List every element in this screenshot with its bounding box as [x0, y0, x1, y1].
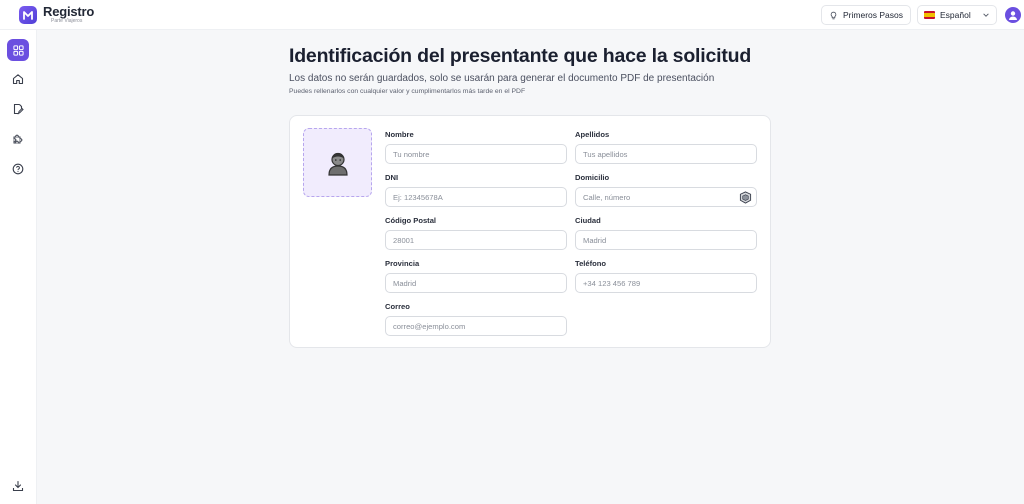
apellidos-label: Apellidos — [575, 130, 610, 139]
nombre-field: Nombre Tu nombre — [385, 130, 567, 164]
provincia-field: Provincia Madrid — [385, 259, 567, 293]
nombre-input[interactable]: Tu nombre — [385, 144, 567, 164]
provincia-input[interactable]: Madrid — [385, 273, 567, 293]
primeros-pasos-label: Primeros Pasos — [843, 10, 903, 20]
dni-input[interactable]: Ej: 12345678A — [385, 187, 567, 207]
user-avatar[interactable] — [1005, 7, 1021, 23]
top-bar: Registro Parte Viajeros Primeros Pasos E… — [0, 0, 1024, 30]
sidebar-item-home[interactable] — [7, 68, 29, 90]
domicilio-label: Domicilio — [575, 173, 610, 182]
sidebar — [0, 30, 37, 504]
language-select[interactable]: Español — [917, 5, 997, 25]
apellidos-input[interactable]: Tus apellidos — [575, 144, 757, 164]
codigo-postal-input[interactable]: 28001 — [385, 230, 567, 250]
help-circle-icon — [12, 163, 24, 175]
page-subtitle: Los datos no serán guardados, solo se us… — [289, 73, 715, 84]
lightbulb-icon — [830, 11, 837, 19]
app-subtitle: Parte Viajeros — [51, 18, 83, 24]
form-card: Nombre Tu nombre DNI Ej: 12345678A Códig… — [289, 115, 771, 348]
grid-icon — [12, 44, 24, 56]
main-content: Identificación del presentante que hace … — [37, 30, 1024, 504]
correo-label: Correo — [385, 302, 410, 311]
user-icon — [1009, 11, 1017, 20]
nombre-label: Nombre — [385, 130, 414, 139]
codigo-postal-label: Código Postal — [385, 216, 437, 225]
puzzle-icon — [13, 134, 23, 144]
sidebar-item-help[interactable] — [7, 158, 29, 180]
shield-icon[interactable] — [739, 191, 752, 204]
telefono-label: Teléfono — [575, 259, 607, 268]
document-edit-icon — [13, 103, 24, 115]
app-logo-icon — [19, 5, 37, 24]
dni-field: DNI Ej: 12345678A — [385, 173, 567, 207]
sidebar-item-extensions[interactable] — [7, 128, 29, 150]
primeros-pasos-button[interactable]: Primeros Pasos — [821, 5, 911, 25]
page-hint: Puedes rellenarlos con cualquier valor y… — [289, 88, 526, 95]
ciudad-label: Ciudad — [575, 216, 601, 225]
person-avatar-icon — [327, 152, 348, 176]
app-title: Registro — [43, 4, 95, 19]
ciudad-input[interactable]: Madrid — [575, 230, 757, 250]
dni-label: DNI — [385, 173, 399, 182]
sidebar-item-documents[interactable] — [7, 98, 29, 120]
sidebar-item-dashboard[interactable] — [7, 39, 29, 61]
domicilio-field: Domicilio Calle, número — [575, 173, 757, 207]
page-title: Identificación del presentante que hace … — [289, 45, 752, 67]
domicilio-input[interactable]: Calle, número — [575, 187, 757, 207]
codigo-postal-field: Código Postal 28001 — [385, 216, 567, 250]
photo-upload[interactable] — [303, 128, 372, 197]
telefono-input[interactable]: +34 123 456 789 — [575, 273, 757, 293]
download-icon — [12, 480, 24, 492]
apellidos-field: Apellidos Tus apellidos — [575, 130, 757, 164]
provincia-label: Provincia — [385, 259, 420, 268]
language-selected: Español — [940, 10, 971, 20]
ciudad-field: Ciudad Madrid — [575, 216, 757, 250]
telefono-field: Teléfono +34 123 456 789 — [575, 259, 757, 293]
spain-flag-icon — [924, 11, 935, 19]
home-icon — [12, 74, 24, 85]
chevron-down-icon — [983, 13, 989, 17]
correo-field: Correo correo@ejemplo.com — [385, 302, 567, 336]
brand[interactable]: Registro Parte Viajeros — [19, 5, 94, 24]
download-button[interactable] — [9, 477, 27, 495]
correo-input[interactable]: correo@ejemplo.com — [385, 316, 567, 336]
